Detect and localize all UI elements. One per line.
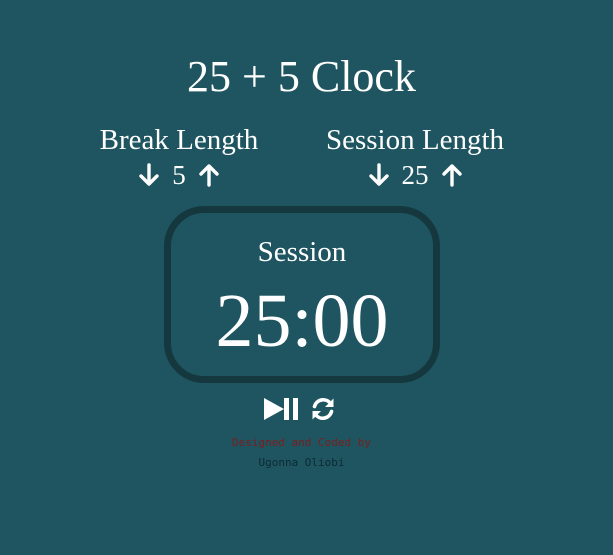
- arrow-up-icon: [441, 164, 462, 187]
- credit-author: Ugonna Oliobi: [258, 456, 345, 469]
- play-pause-icon: [264, 398, 298, 420]
- break-length-controls: 5: [88, 159, 270, 191]
- start-stop-button[interactable]: [262, 397, 300, 421]
- timer-display: Session 25:00: [164, 206, 440, 383]
- credit-designed-by: Designed and Coded by: [231, 436, 372, 449]
- arrow-down-icon: [139, 163, 159, 186]
- refresh-icon: [312, 397, 334, 421]
- session-increment-button[interactable]: [441, 162, 463, 188]
- timer-actions: [262, 395, 346, 423]
- pomodoro-app: 25 + 5 Clock Break Length 5 Session Leng…: [0, 0, 613, 555]
- app-title: 25 + 5 Clock: [187, 52, 416, 101]
- time-left: 25:00: [215, 279, 389, 363]
- arrow-up-icon: [199, 164, 219, 187]
- session-length-control: Session Length 25: [314, 123, 516, 191]
- session-length-label: Session Length: [325, 124, 505, 156]
- session-decrement-button[interactable]: [368, 162, 390, 188]
- arrow-down-icon: [368, 163, 389, 186]
- break-decrement-button[interactable]: [138, 162, 160, 188]
- session-length-controls: 25: [314, 159, 516, 191]
- break-length-control: Break Length 5: [88, 123, 270, 191]
- reset-button[interactable]: [310, 396, 336, 422]
- break-length-value: 5: [172, 160, 186, 190]
- timer-label: Session: [257, 236, 347, 268]
- session-length-value: 25: [401, 160, 429, 190]
- break-length-label: Break Length: [99, 124, 259, 156]
- break-increment-button[interactable]: [198, 162, 220, 188]
